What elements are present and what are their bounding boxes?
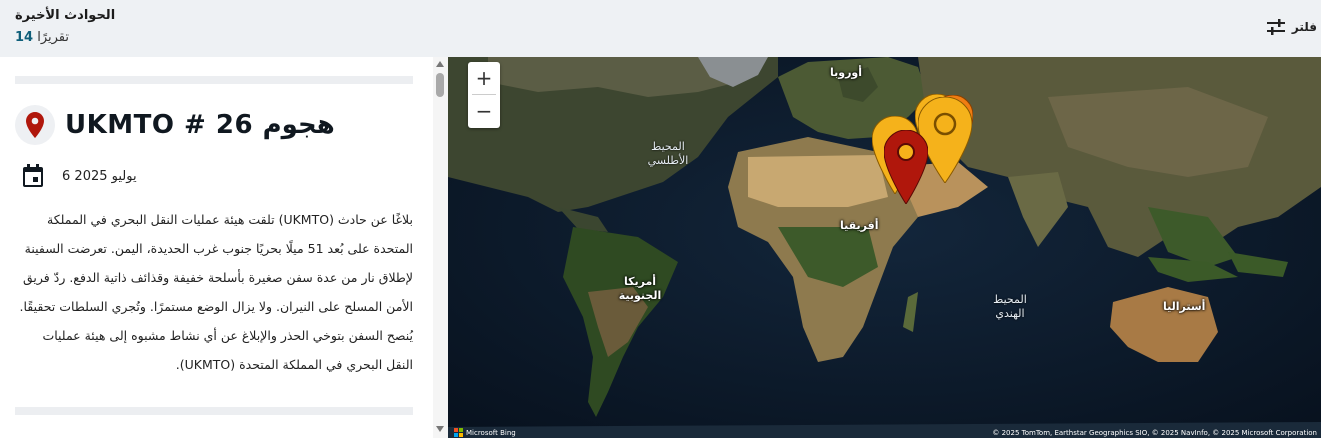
- bing-logo-text: Microsoft Bing: [466, 428, 516, 437]
- scroll-up-arrow-icon[interactable]: [436, 61, 444, 67]
- scroll-down-arrow-icon[interactable]: [436, 426, 444, 432]
- card-separator: [15, 76, 413, 84]
- reports-count-number: 14: [15, 30, 34, 45]
- zoom-out-icon: −: [475, 99, 493, 123]
- label-south-america: أمريكا الجنوبية: [618, 275, 662, 302]
- map-pin-icon[interactable]: [884, 130, 928, 204]
- zoom-controls: + −: [468, 62, 500, 128]
- filter-sliders-icon: [1266, 19, 1285, 35]
- recent-incidents-title: الحوادث الأخيرة: [15, 8, 116, 23]
- map-copyright[interactable]: © 2025 TomTom, Earthstar Geographics SIO…: [992, 429, 1317, 437]
- incident-map[interactable]: + − أوروبا أفريقيا أمريكا الجنوبية أسترا…: [448, 57, 1321, 438]
- label-australia: أستراليا: [1163, 300, 1206, 313]
- incident-date: يوليو 2025 6: [62, 168, 137, 184]
- bing-logo: Microsoft Bing: [454, 428, 516, 437]
- satellite-map-background: [448, 57, 1321, 438]
- incident-title-row: UKMTO # 26 هجوم: [15, 103, 335, 147]
- label-atlantic-ocean: المحيط الأطلسي: [647, 140, 689, 167]
- label-africa: أفريقيا: [840, 219, 879, 232]
- zoom-out-button[interactable]: −: [468, 95, 500, 127]
- incident-date-row: يوليو 2025 6: [22, 163, 137, 189]
- location-pin-icon: [26, 112, 44, 138]
- panel-scrollbar[interactable]: [433, 57, 448, 438]
- label-europe: أوروبا: [830, 66, 863, 79]
- scrollbar-thumb[interactable]: [436, 73, 444, 97]
- map-attribution: Microsoft Bing © 2025 TomTom, Earthstar …: [448, 426, 1321, 438]
- incident-title: UKMTO # 26 هجوم: [65, 110, 335, 140]
- top-header: الحوادث الأخيرة تقريرًا 14 فلتر: [0, 0, 1321, 57]
- card-separator: [15, 407, 413, 415]
- reports-count: تقريرًا 14: [15, 30, 69, 45]
- label-indian-ocean: المحيط الهندي: [993, 293, 1027, 320]
- filter-label: فلتر: [1291, 20, 1317, 34]
- reports-count-label: تقريرًا: [37, 30, 70, 45]
- calendar-icon: [23, 164, 43, 187]
- incident-description: بلاغًا عن حادث (UKMTO) تلقت هيئة عمليات …: [19, 212, 413, 372]
- microsoft-logo-icon: [454, 428, 463, 437]
- zoom-in-button[interactable]: +: [468, 62, 500, 94]
- filter-button[interactable]: فلتر: [1266, 16, 1317, 38]
- location-pin-badge: [15, 105, 55, 145]
- zoom-in-icon: +: [475, 66, 493, 90]
- incident-panel: UKMTO # 26 هجوم يوليو 2025 6 بلاغًا عن ح…: [0, 57, 448, 438]
